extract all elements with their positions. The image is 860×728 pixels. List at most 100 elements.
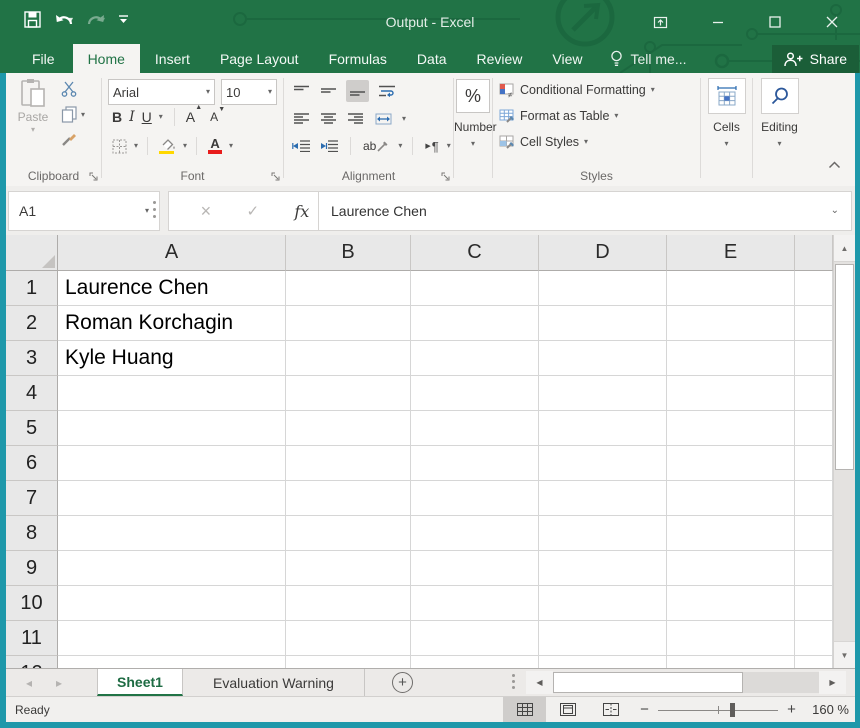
merge-center-button[interactable] [373, 108, 394, 130]
cell-C10[interactable] [411, 586, 539, 621]
align-middle-button[interactable] [319, 80, 338, 102]
text-direction-caret-icon[interactable]: ▾ [447, 142, 451, 150]
cell-D7[interactable] [539, 481, 667, 516]
collapse-ribbon-icon[interactable] [828, 161, 841, 169]
cell-partial9[interactable] [795, 551, 833, 586]
cell-E9[interactable] [667, 551, 795, 586]
cell-C5[interactable] [411, 411, 539, 446]
cell-B7[interactable] [286, 481, 411, 516]
tab-scroll-divider[interactable] [512, 674, 515, 692]
cell-D9[interactable] [539, 551, 667, 586]
text-direction-button[interactable]: ▶ ¶ [423, 135, 440, 157]
tab-home[interactable]: Home [73, 44, 140, 73]
cell-A2[interactable]: Roman Korchagin [58, 306, 286, 341]
cell-E10[interactable] [667, 586, 795, 621]
cell-D10[interactable] [539, 586, 667, 621]
name-box[interactable]: A1 ▾ [8, 191, 160, 231]
sheet-tab-sheet1[interactable]: Sheet1 [97, 669, 183, 696]
tab-insert[interactable]: Insert [140, 44, 205, 73]
cell-partial11[interactable] [795, 621, 833, 656]
column-header-E[interactable]: E [667, 235, 795, 271]
align-center-button[interactable] [319, 108, 338, 130]
vertical-scrollbar[interactable]: ▲ ▼ [833, 235, 855, 668]
row-header-12[interactable]: 12 [6, 656, 58, 668]
cell-partial4[interactable] [795, 376, 833, 411]
cell-D1[interactable] [539, 271, 667, 306]
cell-C11[interactable] [411, 621, 539, 656]
merge-center-caret-icon[interactable]: ▾ [402, 115, 406, 123]
zoom-out-button[interactable]: − [637, 701, 652, 718]
clipboard-dialog-launcher-icon[interactable] [89, 172, 98, 181]
cell-partial2[interactable] [795, 306, 833, 341]
scroll-left-icon[interactable]: ◀ [526, 671, 553, 694]
fill-color-button[interactable] [157, 135, 178, 157]
underline-button[interactable]: U [142, 109, 152, 125]
cell-B11[interactable] [286, 621, 411, 656]
conditional-formatting-button[interactable]: ≠ Conditional Formatting ▾ [499, 79, 655, 101]
wrap-text-button[interactable] [377, 80, 397, 102]
tab-data[interactable]: Data [402, 44, 462, 73]
cell-D2[interactable] [539, 306, 667, 341]
cell-styles-button[interactable]: Cell Styles ▾ [499, 131, 588, 153]
sheet-nav-right-icon[interactable]: ▸ [56, 676, 62, 690]
cell-B2[interactable] [286, 306, 411, 341]
cell-C7[interactable] [411, 481, 539, 516]
add-sheet-button[interactable]: + [392, 672, 413, 693]
row-header-10[interactable]: 10 [6, 586, 58, 621]
scroll-right-icon[interactable]: ▶ [819, 671, 846, 694]
undo-dropdown-caret-icon[interactable]: ▾ [69, 15, 73, 24]
row-header-1[interactable]: 1 [6, 271, 58, 306]
decrease-indent-button[interactable] [290, 135, 312, 157]
page-layout-view-icon[interactable] [546, 697, 589, 722]
cell-partial12[interactable] [795, 656, 833, 668]
cell-A11[interactable] [58, 621, 286, 656]
decrease-font-button[interactable]: A▼ [210, 110, 218, 124]
row-header-8[interactable]: 8 [6, 516, 58, 551]
editing-button[interactable]: Editing ▾ [753, 78, 806, 148]
column-header-A[interactable]: A [58, 235, 286, 271]
cell-B3[interactable] [286, 341, 411, 376]
cell-E6[interactable] [667, 446, 795, 481]
row-header-2[interactable]: 2 [6, 306, 58, 341]
cell-C12[interactable] [411, 656, 539, 668]
cell-A12[interactable] [58, 656, 286, 668]
cell-A4[interactable] [58, 376, 286, 411]
cell-B9[interactable] [286, 551, 411, 586]
underline-caret-icon[interactable]: ▾ [159, 113, 163, 121]
formula-bar-resize-handle[interactable] [153, 201, 156, 219]
row-header-5[interactable]: 5 [6, 411, 58, 446]
copy-dropdown-caret-icon[interactable]: ▾ [81, 111, 85, 119]
cell-B8[interactable] [286, 516, 411, 551]
align-right-button[interactable] [346, 108, 365, 130]
tell-me-box[interactable]: Tell me... [598, 44, 699, 73]
cell-A9[interactable] [58, 551, 286, 586]
zoom-level[interactable]: 160 % [805, 702, 849, 717]
format-painter-button[interactable] [61, 131, 77, 147]
cell-B10[interactable] [286, 586, 411, 621]
fill-color-caret-icon[interactable]: ▾ [183, 142, 187, 150]
cell-A7[interactable] [58, 481, 286, 516]
cell-B1[interactable] [286, 271, 411, 306]
font-name-select[interactable]: Arial ▾ [108, 79, 215, 105]
cell-B4[interactable] [286, 376, 411, 411]
align-top-button[interactable] [292, 80, 311, 102]
cells-button[interactable]: Cells ▾ [701, 78, 752, 148]
row-header-7[interactable]: 7 [6, 481, 58, 516]
share-button[interactable]: Share [772, 45, 859, 73]
align-left-button[interactable] [292, 108, 311, 130]
cell-D8[interactable] [539, 516, 667, 551]
cell-A6[interactable] [58, 446, 286, 481]
customize-quick-access-toolbar-icon[interactable] [118, 14, 129, 25]
page-break-preview-icon[interactable] [589, 697, 632, 722]
cell-E7[interactable] [667, 481, 795, 516]
row-header-11[interactable]: 11 [6, 621, 58, 656]
cell-partial5[interactable] [795, 411, 833, 446]
cell-partial3[interactable] [795, 341, 833, 376]
ribbon-display-options-icon[interactable] [632, 0, 689, 44]
borders-caret-icon[interactable]: ▾ [134, 142, 138, 150]
insert-function-icon[interactable]: fx [294, 202, 309, 221]
alignment-dialog-launcher-icon[interactable] [441, 172, 450, 181]
cell-B12[interactable] [286, 656, 411, 668]
align-bottom-button[interactable] [346, 80, 369, 102]
font-size-select[interactable]: 10 ▾ [221, 79, 277, 105]
